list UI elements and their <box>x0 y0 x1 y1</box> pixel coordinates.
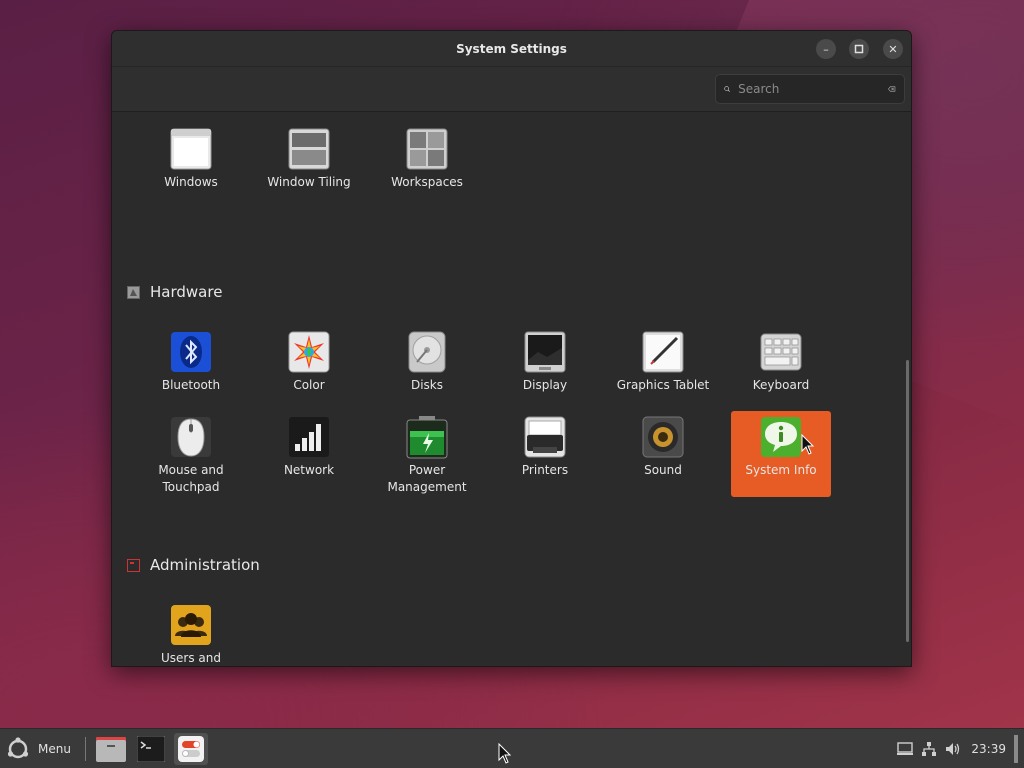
search-box[interactable] <box>715 74 905 104</box>
maximize-button[interactable] <box>849 39 869 59</box>
printer-icon <box>524 416 566 458</box>
settings-item-label: Color <box>293 378 325 392</box>
settings-item-label: Display <box>522 378 568 392</box>
search-icon <box>724 86 730 92</box>
show-desktop-button[interactable] <box>1014 735 1018 763</box>
clear-search-icon[interactable] <box>888 83 896 95</box>
window-toolbar <box>112 67 911 112</box>
settings-item-label: Power Management <box>387 463 467 494</box>
windows-icon <box>170 128 212 170</box>
settings-item-label: Workspaces <box>391 175 463 189</box>
settings-item-disks[interactable]: Disks <box>377 326 477 412</box>
ubuntu-logo-icon <box>7 737 29 759</box>
settings-item-display[interactable]: Display <box>495 326 595 412</box>
graphics-tablet-icon <box>642 331 684 373</box>
settings-item-label: Window Tiling <box>267 175 351 189</box>
settings-item-mouse-touchpad[interactable]: Mouse and Touchpad <box>141 411 241 497</box>
settings-item-windows[interactable]: Windows <box>141 123 241 209</box>
keyboard-icon <box>760 333 802 371</box>
settings-item-graphics-tablet[interactable]: Graphics Tablet <box>613 326 713 412</box>
settings-item-label: Disks <box>410 378 444 392</box>
settings-item-printers[interactable]: Printers <box>495 411 595 497</box>
settings-item-users[interactable]: Users and <box>141 599 241 666</box>
section-title: Administration <box>150 556 260 574</box>
settings-item-power-management[interactable]: Power Management <box>377 411 477 497</box>
menu-label: Menu <box>38 742 71 756</box>
display-tray-icon[interactable] <box>897 742 914 756</box>
system-settings-window: System Settings – ✕ Windows Window Tilin… <box>111 30 912 667</box>
maximize-icon <box>854 44 864 54</box>
display-icon <box>524 331 566 373</box>
users-icon <box>171 605 211 645</box>
settings-item-label: Printers <box>521 463 569 477</box>
mouse-pointer-icon <box>498 743 512 764</box>
window-title: System Settings <box>456 41 567 56</box>
sound-icon <box>642 416 684 458</box>
settings-item-label: System Info <box>745 463 817 477</box>
workspaces-icon <box>406 128 448 170</box>
network-icon <box>289 417 329 457</box>
taskbar-terminal-button[interactable] <box>134 733 168 765</box>
power-icon <box>406 416 448 459</box>
window-titlebar[interactable]: System Settings – ✕ <box>112 31 911 67</box>
mouse-icon <box>171 417 211 457</box>
minimize-icon: – <box>823 42 829 56</box>
mouse-cursor-icon <box>801 434 815 455</box>
section-header-administration: Administration <box>127 556 260 574</box>
menu-button[interactable]: Menu <box>6 735 71 763</box>
settings-item-label: Mouse and Touchpad <box>158 463 224 494</box>
search-input[interactable] <box>738 82 889 96</box>
volume-icon[interactable] <box>945 741 961 757</box>
administration-section-icon <box>127 558 140 572</box>
settings-item-workspaces[interactable]: Workspaces <box>377 123 477 209</box>
taskbar-clock[interactable]: 23:39 <box>971 742 1006 756</box>
system-info-icon <box>761 417 801 457</box>
settings-item-label: Graphics Tablet <box>616 378 710 392</box>
window-tiling-icon <box>288 128 330 170</box>
close-button[interactable]: ✕ <box>883 39 903 59</box>
settings-item-window-tiling[interactable]: Window Tiling <box>259 123 359 209</box>
bluetooth-icon <box>171 332 211 372</box>
settings-item-label: Windows <box>164 175 218 189</box>
close-icon: ✕ <box>888 42 898 56</box>
settings-item-color[interactable]: Color <box>259 326 359 412</box>
file-manager-icon <box>96 737 126 762</box>
settings-item-label: Bluetooth <box>161 378 221 392</box>
settings-item-label: Network <box>283 463 335 477</box>
system-tray: 23:39 <box>893 729 1024 768</box>
settings-item-network[interactable]: Network <box>259 411 359 497</box>
settings-item-sound[interactable]: Sound <box>613 411 713 497</box>
settings-content: Windows Window Tiling Workspaces Hardwar… <box>112 112 911 666</box>
taskbar: Menu 23:39 <box>0 728 1024 768</box>
settings-item-bluetooth[interactable]: Bluetooth <box>141 326 241 412</box>
network-tray-icon[interactable] <box>921 741 937 757</box>
settings-item-label: Users and <box>161 651 221 665</box>
disks-icon <box>408 331 446 373</box>
section-header-hardware: Hardware <box>127 283 222 301</box>
settings-item-system-info[interactable]: System Info <box>731 411 831 497</box>
content-scrollbar[interactable] <box>906 360 909 642</box>
settings-item-label: Sound <box>644 463 682 477</box>
section-title: Hardware <box>150 283 223 301</box>
color-icon <box>288 331 330 373</box>
hardware-section-icon <box>127 285 140 299</box>
settings-item-label: Keyboard <box>752 378 810 392</box>
settings-item-keyboard[interactable]: Keyboard <box>731 326 831 412</box>
taskbar-files-button[interactable] <box>94 733 128 765</box>
terminal-icon <box>137 736 165 762</box>
taskbar-separator <box>85 737 86 761</box>
taskbar-settings-button[interactable] <box>174 733 208 765</box>
system-settings-icon <box>178 736 204 762</box>
minimize-button[interactable]: – <box>816 39 836 59</box>
